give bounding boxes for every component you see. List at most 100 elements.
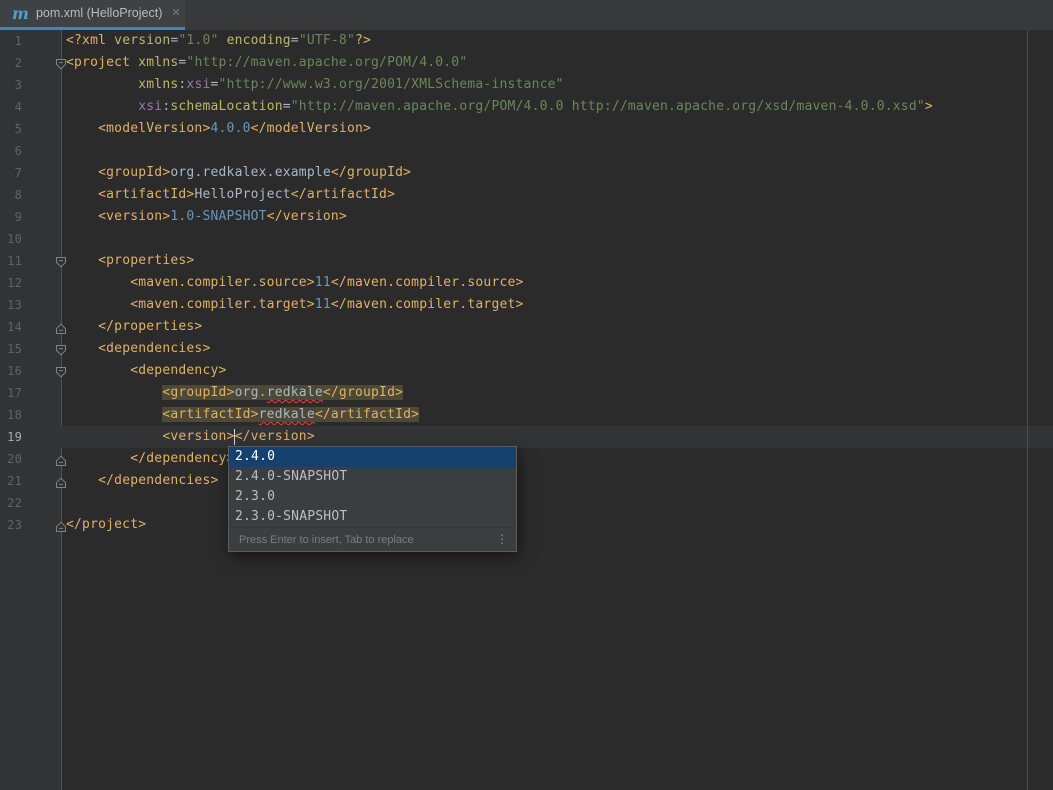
line-number[interactable]: 1 (0, 30, 22, 52)
code-token: <dependencies> (98, 341, 210, 356)
completion-item[interactable]: 2.4.0 (229, 447, 516, 467)
code-line[interactable]: <?xml version="1.0" encoding="UTF-8"?> (66, 30, 933, 52)
code-token: <modelVersion> (98, 121, 210, 136)
code-token (66, 275, 130, 290)
code-token (66, 77, 138, 92)
code-line[interactable]: <dependencies> (66, 338, 933, 360)
completion-hint-bar: Press Enter to insert, Tab to replace ⋮ (229, 527, 516, 551)
code-token: </artifactId> (315, 407, 419, 422)
line-number[interactable]: 5 (0, 118, 22, 140)
code-token: </project> (66, 517, 146, 532)
ide-window: m pom.xml (HelloProject) ✕ 1234567891011… (0, 0, 1053, 790)
line-number[interactable]: 22 (0, 492, 22, 514)
code-token: redkale (259, 407, 315, 422)
line-number[interactable]: 19 (0, 426, 22, 448)
code-token: 1.0-SNAPSHOT (170, 209, 266, 224)
code-token: 11 (315, 275, 331, 290)
code-token: 11 (315, 297, 331, 312)
code-token: </dependency> (130, 451, 234, 466)
code-token: org.redkalex.example (170, 165, 331, 180)
code-line[interactable]: <artifactId>redkale</artifactId> (66, 404, 933, 426)
code-token: "http://maven.apache.org/POM/4.0.0" (186, 55, 467, 70)
code-line[interactable]: <modelVersion>4.0.0</modelVersion> (66, 118, 933, 140)
code-line[interactable]: xsi:schemaLocation="http://maven.apache.… (66, 96, 933, 118)
code-token: xsi (186, 77, 210, 92)
line-number[interactable]: 2 (0, 52, 22, 74)
line-number[interactable]: 17 (0, 382, 22, 404)
code-line[interactable]: <maven.compiler.source>11</maven.compile… (66, 272, 933, 294)
line-number[interactable]: 15 (0, 338, 22, 360)
code-line[interactable] (66, 228, 933, 250)
line-number[interactable]: 8 (0, 184, 22, 206)
editor-pane: 1234567891011121314151617181920212223 <?… (0, 30, 1053, 790)
line-number[interactable]: 20 (0, 448, 22, 470)
line-number[interactable]: 10 (0, 228, 22, 250)
line-number[interactable]: 23 (0, 514, 22, 536)
code-token: </maven.compiler.target> (331, 297, 524, 312)
code-token: encoding (227, 33, 291, 48)
completion-item[interactable]: 2.4.0-SNAPSHOT (229, 467, 516, 487)
more-options-icon[interactable]: ⋮ (496, 528, 508, 551)
line-number[interactable]: 4 (0, 96, 22, 118)
line-number[interactable]: 18 (0, 404, 22, 426)
code-line[interactable]: <dependency> (66, 360, 933, 382)
code-token: = (211, 77, 219, 92)
code-token: "http://maven.apache.org/POM/4.0.0 http:… (291, 99, 925, 114)
code-token: <properties> (98, 253, 194, 268)
code-line[interactable]: </properties> (66, 316, 933, 338)
line-number[interactable]: 13 (0, 294, 22, 316)
tab-close-icon[interactable]: ✕ (171, 0, 180, 27)
code-token: <groupId> (98, 165, 170, 180)
code-line[interactable]: <properties> (66, 250, 933, 272)
code-token: </groupId> (331, 165, 411, 180)
code-line[interactable]: <maven.compiler.target>11</maven.compile… (66, 294, 933, 316)
code-token (66, 121, 98, 136)
code-token: schemaLocation (170, 99, 282, 114)
line-number[interactable]: 9 (0, 206, 22, 228)
code-line[interactable]: <groupId>org.redkalex.example</groupId> (66, 162, 933, 184)
code-token: "1.0" (178, 33, 218, 48)
code-token: <project (66, 55, 130, 70)
code-line[interactable]: <version></version> (66, 426, 933, 448)
line-number[interactable]: 21 (0, 470, 22, 492)
code-token: </artifactId> (291, 187, 395, 202)
completion-item[interactable]: 2.3.0 (229, 487, 516, 507)
code-token: <version> (98, 209, 170, 224)
code-token (66, 341, 98, 356)
completion-item[interactable]: 2.3.0-SNAPSHOT (229, 507, 516, 527)
editor-tab-bar: m pom.xml (HelloProject) ✕ (0, 0, 1053, 30)
code-token: = (291, 33, 299, 48)
code-token (66, 99, 138, 114)
code-token (66, 187, 98, 202)
code-line[interactable]: xmlns:xsi="http://www.w3.org/2001/XMLSch… (66, 74, 933, 96)
tab-title: pom.xml (HelloProject) (36, 0, 162, 27)
code-line[interactable]: <version>1.0-SNAPSHOT</version> (66, 206, 933, 228)
line-number[interactable]: 14 (0, 316, 22, 338)
code-token: 4.0.0 (210, 121, 250, 136)
code-line[interactable]: <groupId>org.redkale</groupId> (66, 382, 933, 404)
code-token: </dependencies> (98, 473, 218, 488)
code-line[interactable] (66, 140, 933, 162)
tab-pom-xml[interactable]: m pom.xml (HelloProject) ✕ (0, 0, 185, 27)
code-token: <groupId> (162, 385, 234, 400)
code-token (66, 451, 130, 466)
code-token: </modelVersion> (251, 121, 371, 136)
code-line[interactable]: <project xmlns="http://maven.apache.org/… (66, 52, 933, 74)
code-token (66, 165, 98, 180)
line-number[interactable]: 7 (0, 162, 22, 184)
line-number[interactable]: 16 (0, 360, 22, 382)
code-line[interactable]: <artifactId>HelloProject</artifactId> (66, 184, 933, 206)
code-token (66, 253, 98, 268)
line-number[interactable]: 3 (0, 74, 22, 96)
code-token: redkale (267, 385, 323, 400)
code-token: "http://www.w3.org/2001/XMLSchema-instan… (219, 77, 564, 92)
line-number[interactable]: 12 (0, 272, 22, 294)
code-token: = (283, 99, 291, 114)
line-number[interactable]: 6 (0, 140, 22, 162)
completion-list: 2.4.02.4.0-SNAPSHOT2.3.02.3.0-SNAPSHOT (229, 447, 516, 527)
code-token: HelloProject (194, 187, 290, 202)
code-token: </properties> (98, 319, 202, 334)
line-number[interactable]: 11 (0, 250, 22, 272)
code-token: xmlns (138, 55, 178, 70)
completion-hint: Press Enter to insert, Tab to replace (239, 534, 414, 546)
